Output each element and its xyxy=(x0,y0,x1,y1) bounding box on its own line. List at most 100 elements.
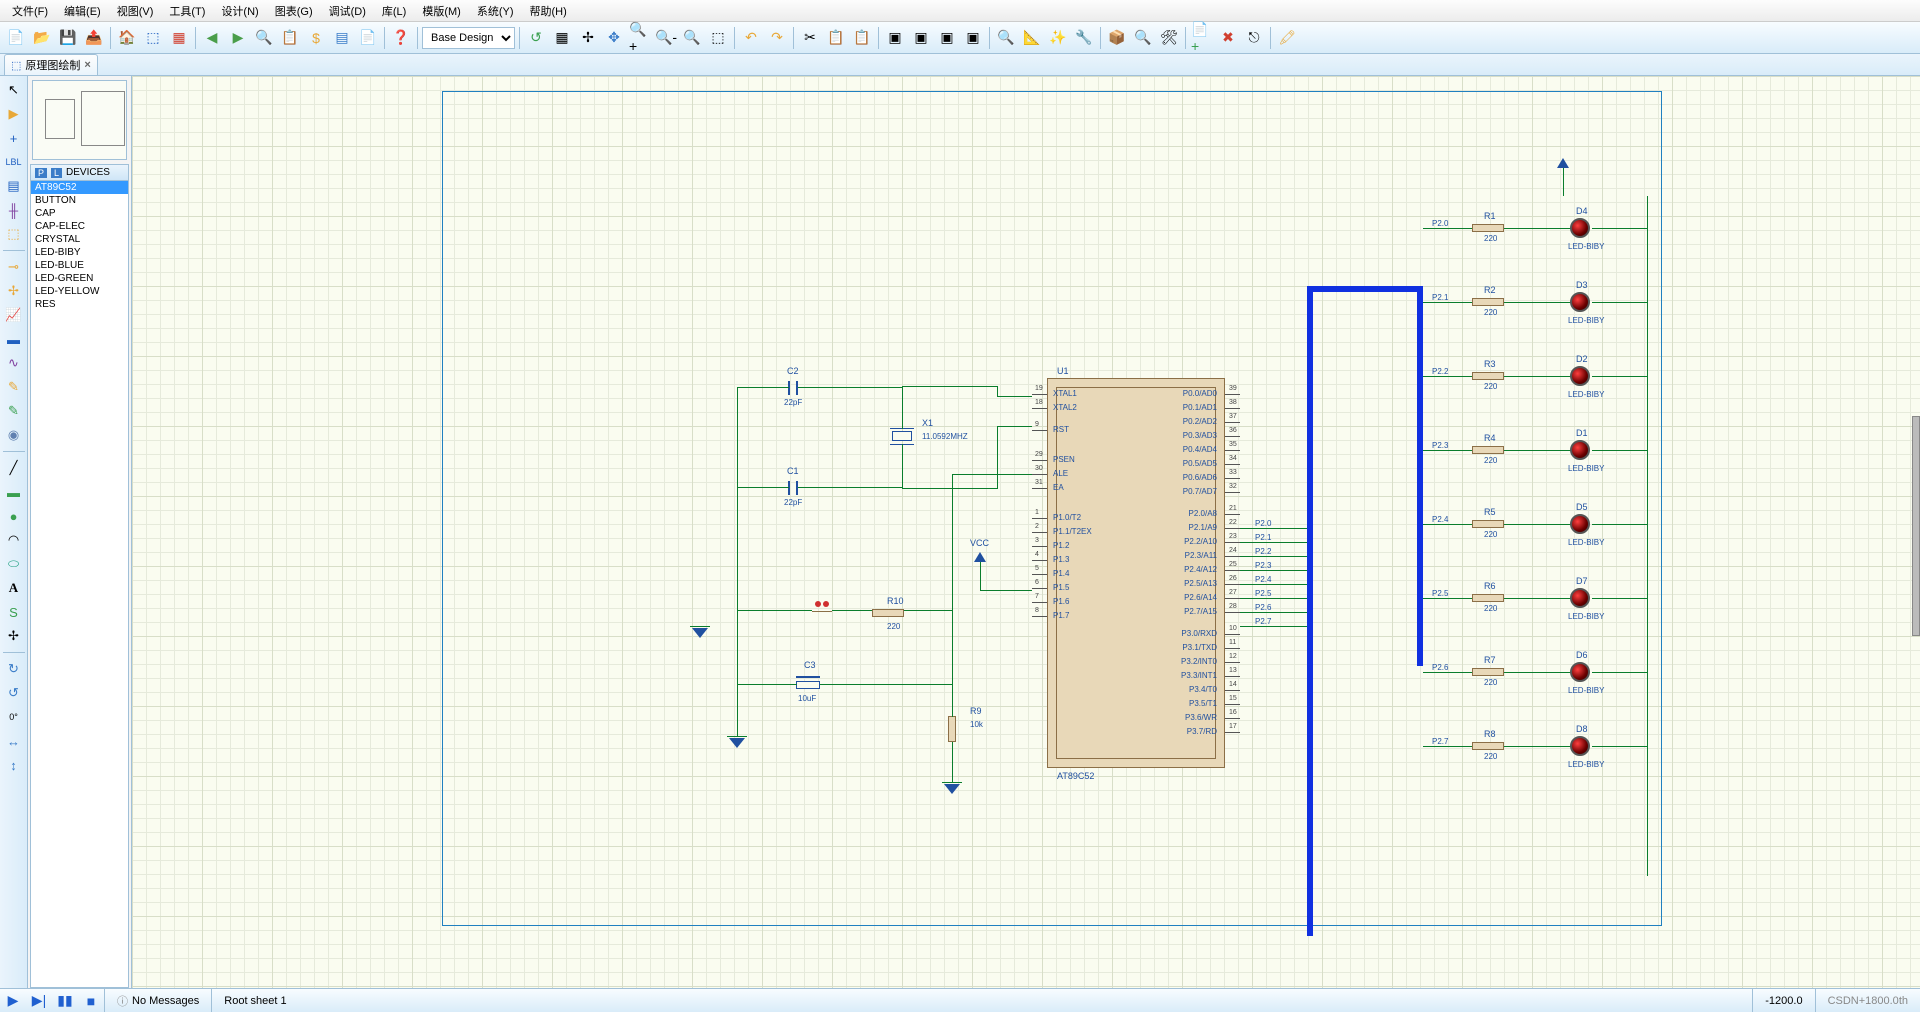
zoom-all-icon[interactable]: 🔍 xyxy=(680,26,704,50)
graph-mode-icon[interactable]: 📈 xyxy=(4,305,24,325)
bus-wire[interactable] xyxy=(1417,286,1423,666)
text-icon[interactable]: A xyxy=(4,578,24,598)
device-item[interactable]: CRYSTAL xyxy=(31,233,128,246)
block-move-icon[interactable]: ▣ xyxy=(909,26,933,50)
capacitor[interactable] xyxy=(796,381,798,395)
add-sheet-icon[interactable]: 📄+ xyxy=(1190,26,1214,50)
bus-wire[interactable] xyxy=(1307,286,1417,292)
instrument-icon[interactable]: ◉ xyxy=(4,425,24,445)
device-item[interactable]: AT89C52 xyxy=(31,181,128,194)
crystal[interactable] xyxy=(892,431,912,441)
exit-icon[interactable]: ⎋ xyxy=(1242,26,1266,50)
menu-help[interactable]: 帮助(H) xyxy=(522,1,575,21)
device-item[interactable]: LED-GREEN xyxy=(31,272,128,285)
menu-tmpl[interactable]: 模版(M) xyxy=(414,1,469,21)
resistor[interactable] xyxy=(1472,298,1504,306)
led-component[interactable] xyxy=(1570,292,1590,312)
bom-icon[interactable]: $ xyxy=(304,26,328,50)
l-button-icon[interactable]: L xyxy=(51,168,62,178)
origin-icon[interactable]: ✢ xyxy=(576,26,600,50)
capacitor-polar[interactable] xyxy=(796,681,820,689)
tab-schematic[interactable]: ⬚ 原理图绘制 × xyxy=(4,54,98,75)
led-component[interactable] xyxy=(1570,218,1590,238)
menu-view[interactable]: 视图(V) xyxy=(109,1,162,21)
ruler-icon[interactable]: 📐 xyxy=(1020,26,1044,50)
led-component[interactable] xyxy=(1570,440,1590,460)
copy-icon[interactable]: 📋 xyxy=(824,26,848,50)
capacitor[interactable] xyxy=(796,481,798,495)
package-icon[interactable]: 📦 xyxy=(1105,26,1129,50)
device-item[interactable]: RES xyxy=(31,298,128,311)
block-rotate-icon[interactable]: ▣ xyxy=(935,26,959,50)
zoom-in-icon[interactable]: 🔍+ xyxy=(628,26,652,50)
generator-mode-icon[interactable]: ∿ xyxy=(4,353,24,373)
tape-mode-icon[interactable]: ▬ xyxy=(4,329,24,349)
block-delete-icon[interactable]: ▣ xyxy=(961,26,985,50)
device-item[interactable]: CAP-ELEC xyxy=(31,220,128,233)
scrollbar-thumb[interactable] xyxy=(1912,416,1920,636)
bus-wire[interactable] xyxy=(1307,286,1313,936)
highlight-icon[interactable]: 🖍 xyxy=(1275,26,1299,50)
redo-icon[interactable]: ↷ xyxy=(765,26,789,50)
resistor[interactable] xyxy=(1472,594,1504,602)
open-file-icon[interactable]: 📂 xyxy=(30,26,54,50)
messages-cell[interactable]: ⓘ No Messages xyxy=(104,989,211,1012)
cut-icon[interactable]: ✂ xyxy=(798,26,822,50)
resistor[interactable] xyxy=(1472,668,1504,676)
wrench-icon[interactable]: 🔧 xyxy=(1072,26,1096,50)
pan-icon[interactable]: ✥ xyxy=(602,26,626,50)
rotate-cw-icon[interactable]: ↻ xyxy=(4,659,24,679)
arc-icon[interactable]: ◠ xyxy=(4,530,24,550)
capacitor[interactable] xyxy=(788,381,790,395)
undo-page-icon[interactable]: ◀ xyxy=(200,26,224,50)
redraw-icon[interactable]: ↺ xyxy=(524,26,548,50)
resistor[interactable] xyxy=(1472,520,1504,528)
subcircuit-mode-icon[interactable]: ⬚ xyxy=(4,224,24,244)
device-item[interactable]: LED-YELLOW xyxy=(31,285,128,298)
tools2-icon[interactable]: 🛠 xyxy=(1157,26,1181,50)
home-icon[interactable]: 🏠 xyxy=(115,26,139,50)
grid-icon[interactable]: ▦ xyxy=(550,26,574,50)
menu-lib[interactable]: 库(L) xyxy=(374,1,414,21)
zoom-area-icon[interactable]: ⬚ xyxy=(706,26,730,50)
line-icon[interactable]: ╱ xyxy=(4,458,24,478)
probe-current-icon[interactable]: ✎ xyxy=(4,401,24,421)
device-pin-mode-icon[interactable]: ✢ xyxy=(4,281,24,301)
wire-label-mode-icon[interactable]: LBL xyxy=(4,152,24,172)
menu-design[interactable]: 设计(N) xyxy=(213,1,266,21)
sheet-icon[interactable]: 📋 xyxy=(278,26,302,50)
paste-icon[interactable]: 📋 xyxy=(850,26,874,50)
menu-debug[interactable]: 调试(D) xyxy=(321,1,374,21)
mirror-h-icon[interactable]: ↔ xyxy=(4,731,24,751)
led-component[interactable] xyxy=(1570,514,1590,534)
schematic-canvas[interactable]: U1 AT89C52 19 XTAL1 18 XTAL2 9 RST 29 PS… xyxy=(132,76,1920,988)
mirror-v-icon[interactable]: ↕ xyxy=(4,755,24,775)
resistor[interactable] xyxy=(1472,372,1504,380)
text-script-mode-icon[interactable]: ▤ xyxy=(4,176,24,196)
pick-icon[interactable]: 🔍 xyxy=(994,26,1018,50)
new-file-icon[interactable]: 📄 xyxy=(4,26,28,50)
close-project-icon[interactable]: 📤 xyxy=(82,26,106,50)
p-button-icon[interactable]: P xyxy=(35,168,47,178)
device-item[interactable]: CAP xyxy=(31,207,128,220)
save-icon[interactable]: 💾 xyxy=(56,26,80,50)
redo-page-icon[interactable]: ▶ xyxy=(226,26,250,50)
capacitor[interactable] xyxy=(788,481,790,495)
erc-icon[interactable]: ▤ xyxy=(330,26,354,50)
menu-tool[interactable]: 工具(T) xyxy=(161,1,213,21)
resistor[interactable] xyxy=(1472,224,1504,232)
menu-file[interactable]: 文件(F) xyxy=(4,1,56,21)
menu-edit[interactable]: 编辑(E) xyxy=(56,1,109,21)
overview-panel[interactable] xyxy=(32,80,127,160)
search-lib-icon[interactable]: 🔍 xyxy=(1131,26,1155,50)
resistor[interactable] xyxy=(872,609,904,617)
device-item[interactable]: BUTTON xyxy=(31,194,128,207)
marker-icon[interactable]: ✢ xyxy=(4,626,24,646)
report-icon[interactable]: 📄 xyxy=(356,26,380,50)
del-sheet-icon[interactable]: ✖ xyxy=(1216,26,1240,50)
led-component[interactable] xyxy=(1570,662,1590,682)
component-mode-icon[interactable]: ▶ xyxy=(4,104,24,124)
tab-close-icon[interactable]: × xyxy=(84,59,90,71)
resistor[interactable] xyxy=(948,716,956,742)
help-icon[interactable]: ❓ xyxy=(389,26,413,50)
